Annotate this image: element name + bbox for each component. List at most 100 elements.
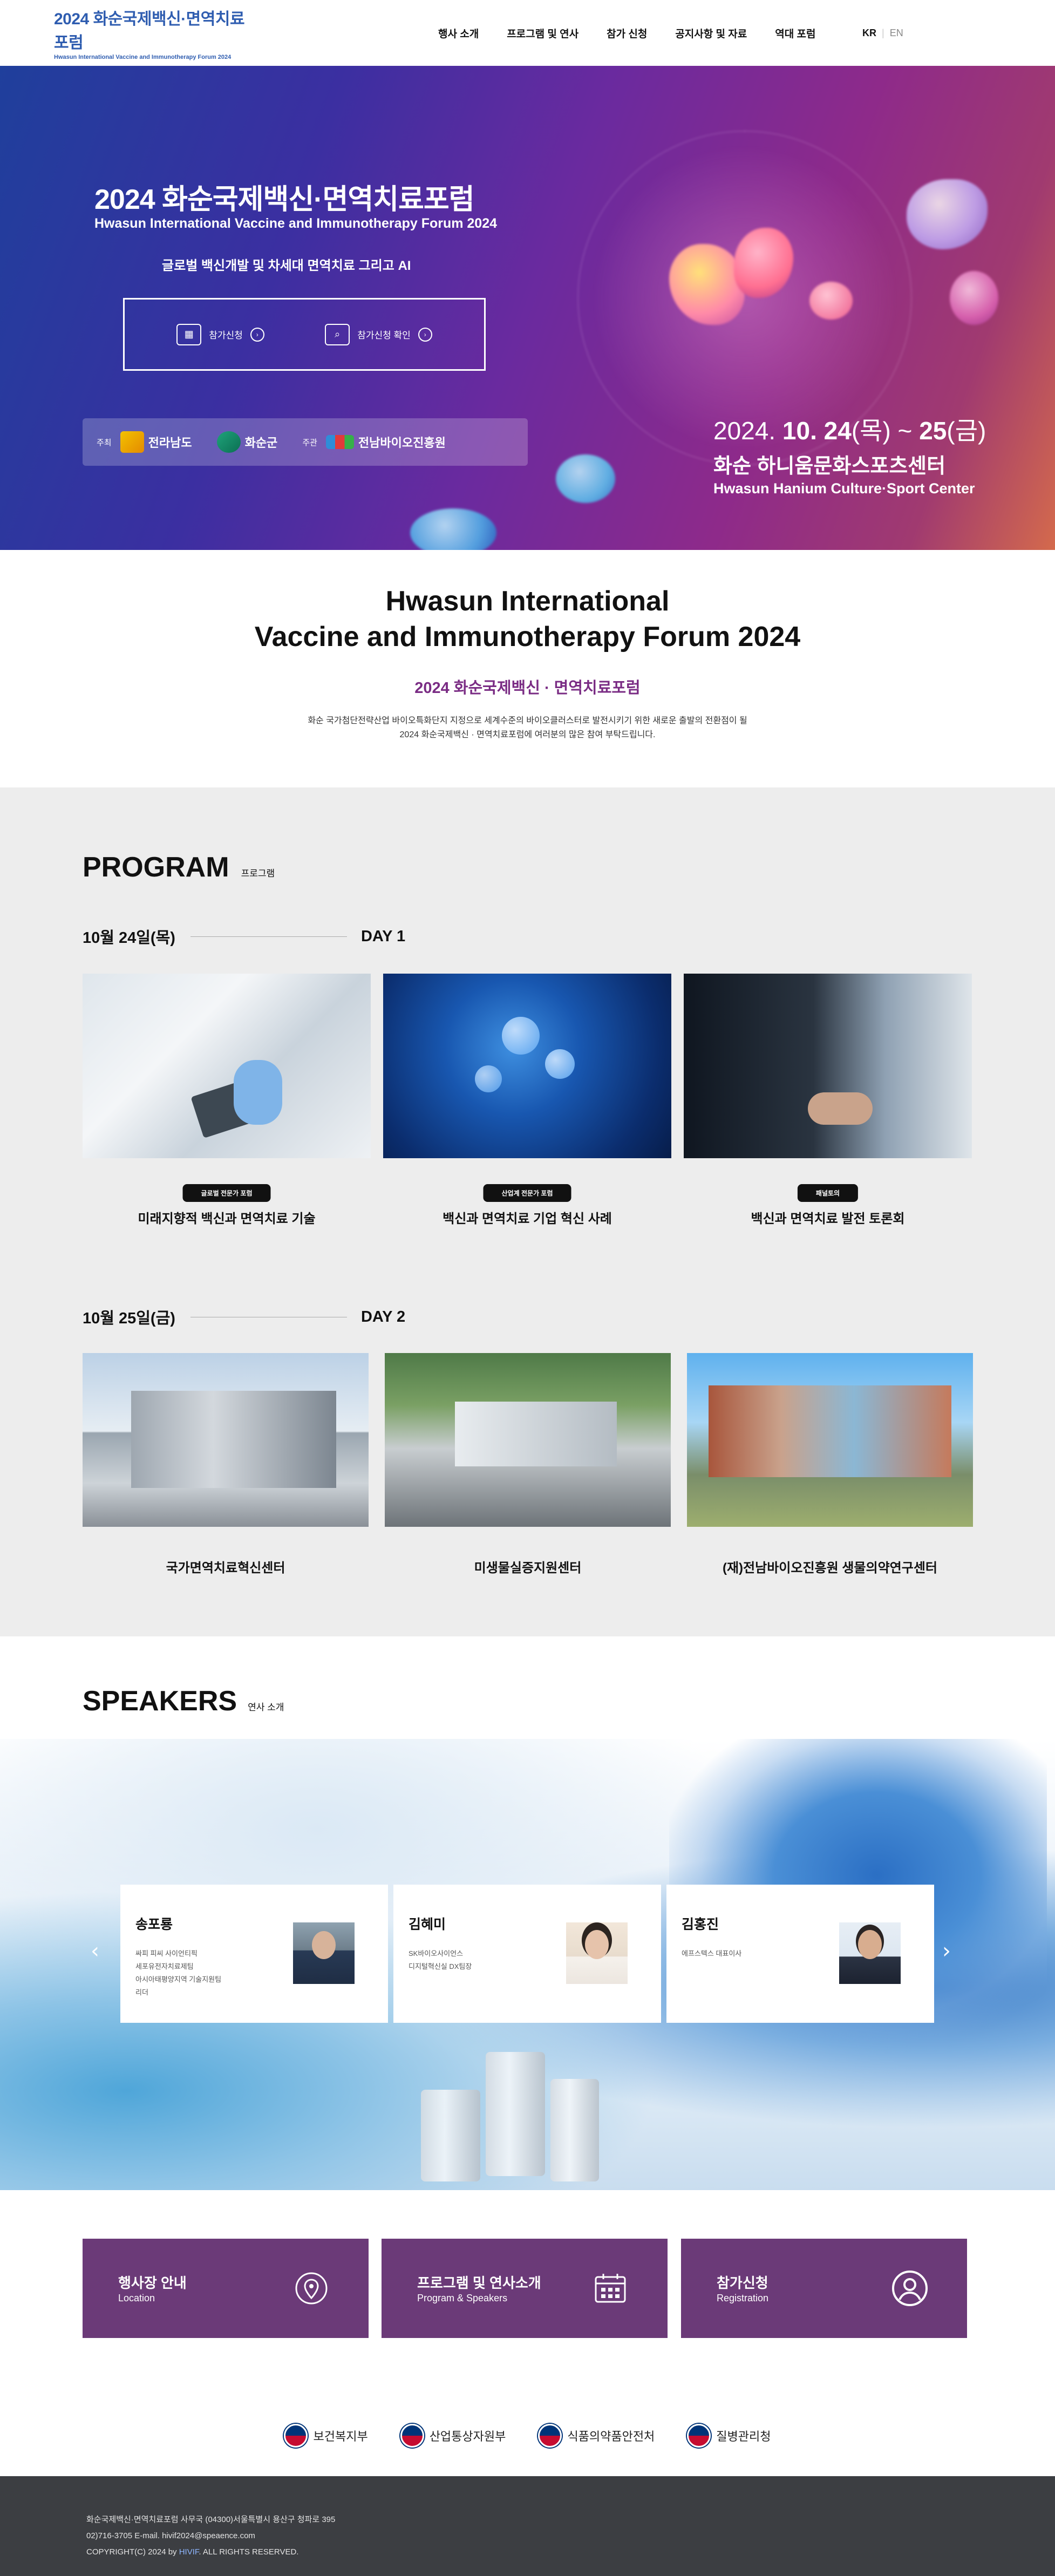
nav-item-history[interactable]: 역대 포럼: [775, 26, 815, 40]
handshake-image: [684, 974, 972, 1158]
vial-decor: [550, 2079, 599, 2181]
nav-item-program[interactable]: 프로그램 및 연사: [507, 26, 578, 40]
face-shape: [312, 1931, 336, 1959]
date-day1: (목) ~: [851, 417, 920, 445]
intro-title-line2: Vaccine and Immunotherapy Forum 2024: [254, 621, 801, 653]
program-card[interactable]: 글로벌 전문가 포럼 미래지향적 백신과 면역치료 기술: [83, 974, 371, 1227]
hero-action-box: ▦ 참가신청 › ⌕ 참가신청 확인 ›: [123, 298, 486, 371]
program-badge: 패널토의: [797, 1184, 859, 1202]
calendar-icon: ▦: [176, 323, 202, 345]
date-day2: (금): [947, 417, 986, 445]
site-footer: 화순국제백신·면역치료포럼 사무국 (04300)서울특별시 용산구 청파로 3…: [0, 2476, 1055, 2576]
facility-card[interactable]: 국가면역치료혁신센터: [83, 1353, 369, 1576]
jbf-logo-icon: [325, 435, 354, 449]
speaker-desc-line: 싸피 피씨 사이언티픽: [135, 1949, 198, 1958]
facility-card[interactable]: 미생물실증지원센터: [385, 1353, 671, 1576]
search-icon: ⌕: [325, 323, 350, 345]
hero-banner: 2024 화순국제백신·면역치료포럼 Hwasun International …: [0, 66, 1055, 550]
building-image: [385, 1353, 671, 1527]
vial-decor: [486, 2052, 545, 2176]
calendar-icon: [589, 2267, 632, 2310]
hero-subtitle: Hwasun International Vaccine and Immunot…: [94, 216, 498, 231]
speaker-card[interactable]: 김혜미 SK바이오사이언스 디지털혁신실 DX팀장: [393, 1885, 661, 2023]
speaker-desc-line: 세포유전자치료제팀: [135, 1962, 194, 1970]
intro-subtitle: 2024 화순국제백신 · 면역치료포럼: [414, 679, 641, 697]
day1-cards: 글로벌 전문가 포럼 미래지향적 백신과 면역치료 기술 산업계 전문가 포럼 …: [83, 974, 972, 1227]
speaker-card[interactable]: 송포룡 싸피 피씨 사이언티픽 세포유전자치료제팀 아시아태평양지역 기술지원팀…: [120, 1885, 388, 2023]
hero-title: 2024 화순국제백신·면역치료포럼: [94, 184, 475, 215]
partner-name: 산업통상자원부: [429, 2430, 506, 2443]
location-link[interactable]: 행사장 안내 Location: [83, 2239, 369, 2338]
speaker-desc-line: 리더: [135, 1988, 148, 1996]
jeonnam-logo-icon: [120, 431, 144, 453]
lang-kr[interactable]: KR: [862, 28, 876, 39]
check-registration-label: 참가신청 확인: [357, 330, 411, 341]
organizer-jbf: 전남바이오진흥원: [325, 433, 446, 451]
face-shape: [585, 1930, 609, 1959]
taegeuk-icon: [538, 2424, 562, 2448]
speaker-desc-line: SK바이오사이언스: [409, 1949, 464, 1958]
speaker-name: 김혜미: [409, 1917, 446, 1932]
check-registration-button[interactable]: ⌕ 참가신청 확인 ›: [325, 323, 432, 345]
copyright-brand: HIVIF: [179, 2547, 199, 2557]
hero-tagline: 글로벌 백신개발 및 차세대 면역치료 그리고 AI: [162, 259, 411, 273]
carousel-next-button[interactable]: ›: [942, 1939, 951, 1963]
main-nav: 행사 소개 프로그램 및 연사 참가 신청 공지사항 및 자료 역대 포럼: [438, 0, 815, 66]
partner-name: 보건복지부: [313, 2430, 368, 2443]
site-header: 2024 화순국제백신·면역치료포럼 Hwasun International …: [0, 0, 1055, 66]
nav-item-about[interactable]: 행사 소개: [438, 26, 479, 40]
intro-section: Hwasun International Vaccine and Immunot…: [0, 550, 1055, 787]
speaker-name: 송포룡: [135, 1917, 173, 1932]
chevron-right-icon: ›: [250, 327, 264, 342]
partner-motie: 산업통상자원부: [400, 2424, 506, 2448]
organizer-label: 주관: [302, 438, 317, 447]
date-prefix: 2024.: [713, 417, 776, 445]
quick-links: 행사장 안내 Location 프로그램 및 연사소개 Program & Sp…: [0, 2190, 1055, 2395]
building-shape: [455, 1402, 617, 1466]
program-link-sub: Program & Speakers: [417, 2293, 508, 2303]
lang-en[interactable]: EN: [890, 28, 903, 39]
registration-link-sub: Registration: [717, 2293, 769, 2303]
speaker-photo: [293, 1922, 355, 1984]
intro-title-line1: Hwasun International: [385, 586, 670, 617]
facility-card-title: 미생물실증지원센터: [474, 1561, 582, 1575]
host-label: 주최: [97, 438, 112, 447]
facility-card-title: 국가면역치료혁신센터: [166, 1561, 285, 1575]
event-venue-en: Hwasun Hanium Culture·Sport Center: [713, 480, 975, 497]
registration-link[interactable]: 참가신청 Registration: [681, 2239, 967, 2338]
copyright-suffix: . ALL RIGHTS RESERVED.: [199, 2547, 299, 2557]
taegeuk-icon: [284, 2424, 308, 2448]
partner-name: 질병관리청: [716, 2430, 771, 2443]
facility-card[interactable]: (재)전남바이오진흥원 생물의약연구센터: [687, 1353, 973, 1576]
program-card-title: 백신과 면역치료 기업 혁신 사례: [443, 1212, 612, 1226]
host-jeonnam-label: 전라남도: [148, 436, 192, 450]
logo-title: 2024 화순국제백신·면역치료포럼: [54, 10, 245, 52]
nav-item-register[interactable]: 참가 신청: [607, 26, 647, 40]
logo[interactable]: 2024 화순국제백신·면역치료포럼 Hwasun International …: [54, 5, 259, 60]
footer-address: 화순국제백신·면역치료포럼 사무국 (04300)서울특별시 용산구 청파로 3…: [86, 2515, 336, 2524]
speaker-description: 에프스텍스 대표이사: [682, 1947, 822, 1960]
building-image: [83, 1353, 369, 1527]
speaker-desc-line: 디지털혁신실 DX팀장: [409, 1962, 472, 1970]
program-card-title: 백신과 면역치료 발전 토론회: [751, 1212, 905, 1226]
program-title-sub: 프로그램: [241, 868, 275, 879]
intro-description: 화순 국가첨단전략산업 바이오특화단지 지정으로 세계수준의 바이오클러스터로 …: [0, 714, 1055, 742]
location-link-sub: Location: [118, 2293, 155, 2303]
speaker-description: 싸피 피씨 사이언티픽 세포유전자치료제팀 아시아태평양지역 기술지원팀 리더: [135, 1947, 276, 1999]
divider: [190, 936, 347, 937]
partner-mfds: 식품의약품안전처: [538, 2424, 655, 2448]
program-speakers-link[interactable]: 프로그램 및 연사소개 Program & Speakers: [382, 2239, 668, 2338]
building-shape: [709, 1385, 951, 1477]
glove-shape: [234, 1060, 282, 1125]
speaker-card[interactable]: 김홍진 에프스텍스 대표이사: [666, 1885, 934, 2023]
register-button[interactable]: ▦ 참가신청 ›: [176, 323, 264, 345]
nav-item-notice[interactable]: 공지사항 및 자료: [675, 26, 747, 40]
program-card[interactable]: 패널토의 백신과 면역치료 발전 토론회: [684, 974, 972, 1227]
carousel-prev-button[interactable]: ‹: [91, 1939, 99, 1963]
taegeuk-icon: [687, 2424, 711, 2448]
chevron-right-icon: ›: [418, 327, 432, 342]
program-card[interactable]: 산업계 전문가 포럼 백신과 면역치료 기업 혁신 사례: [383, 974, 671, 1227]
hero-decor-blob: [809, 282, 853, 320]
host-hwasun: 화순군: [216, 431, 277, 453]
partner-kdca: 질병관리청: [687, 2424, 771, 2448]
